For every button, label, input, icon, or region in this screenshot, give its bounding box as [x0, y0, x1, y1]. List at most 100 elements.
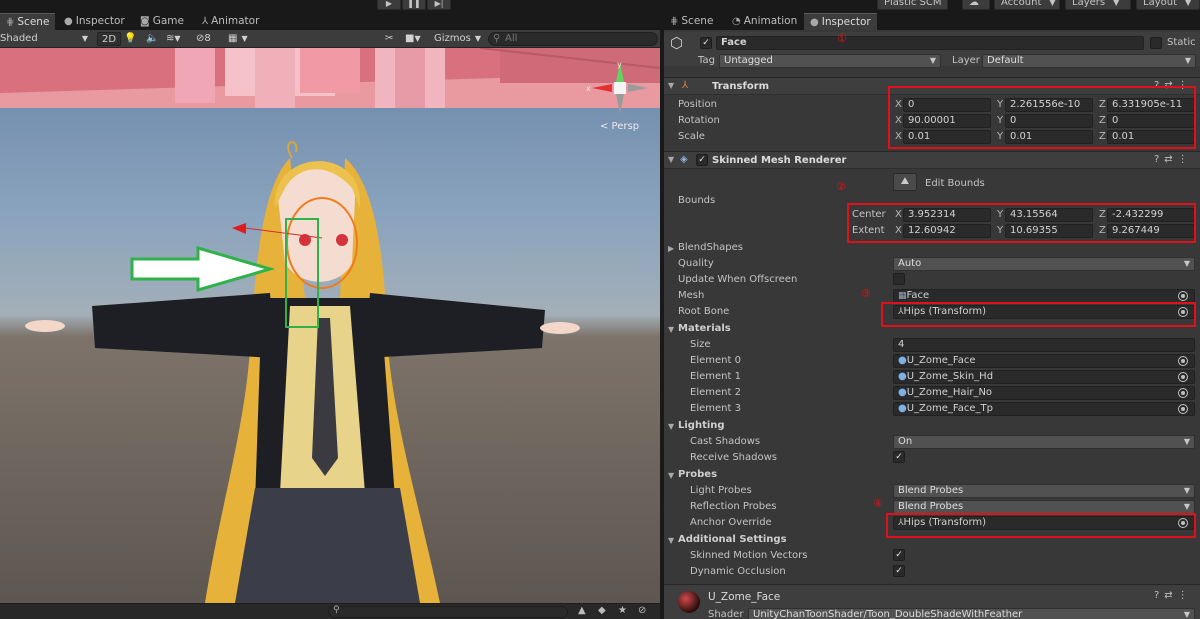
effects-toggle[interactable]: ≋▼ — [166, 32, 181, 46]
scale-z-field[interactable]: 0.01 — [1107, 130, 1195, 144]
tab-scene[interactable]: ⋕ Scene — [0, 13, 56, 30]
gizmos-dropdown[interactable]: Gizmos ▼ — [434, 32, 481, 46]
chevron-down-icon: ▼ — [1185, 0, 1192, 7]
layout-dropdown[interactable]: Layout ▼ — [1136, 0, 1200, 10]
position-x-field[interactable]: 0 — [903, 98, 991, 112]
persp-label[interactable]: < Persp — [600, 121, 639, 132]
layers-dropdown[interactable]: Layers ▼ — [1065, 0, 1131, 10]
object-picker-icon[interactable] — [1178, 356, 1188, 366]
shader-dropdown[interactable]: UnityChanToonShader/Toon_DoubleShadeWith… — [748, 608, 1195, 619]
grid-toggle[interactable]: ▦ ▼ — [228, 32, 248, 46]
tag-dropdown[interactable]: Untagged ▼ — [719, 54, 941, 68]
root-bone-field[interactable]: ⅄Hips (Transform) — [893, 305, 1195, 319]
object-picker-icon[interactable] — [1178, 291, 1188, 301]
play-button[interactable]: ▶ — [377, 0, 401, 10]
plastic-scm-button[interactable]: Plastic SCM — [877, 0, 949, 10]
skinned-motion-row: Skinned Motion Vectors ✓ — [664, 548, 1200, 564]
edit-bounds-button[interactable]: ⛰ — [893, 173, 917, 191]
object-name-field[interactable]: Face — [716, 36, 1144, 50]
cloud-button[interactable]: ☁ — [962, 0, 990, 10]
account-dropdown[interactable]: Account ▼ — [994, 0, 1060, 10]
rotation-z-field[interactable]: 0 — [1107, 114, 1195, 128]
object-picker-icon[interactable] — [1178, 404, 1188, 414]
smr-header[interactable]: ▼ ◈ ✓ Skinned Mesh Renderer ?⇄⋮ — [664, 151, 1200, 169]
extent-x-field[interactable]: 12.60942 — [903, 224, 991, 238]
visibility-icon[interactable]: ▲ — [578, 605, 586, 616]
reflection-probes-dropdown[interactable]: Blend Probes ▼ — [893, 500, 1195, 514]
axis-x-label: X — [895, 131, 902, 142]
object-picker-icon[interactable] — [1178, 372, 1188, 382]
transform-title: Transform — [712, 81, 770, 92]
axis-z-label: Z — [1099, 115, 1106, 126]
skinned-motion-checkbox[interactable]: ✓ — [893, 549, 905, 561]
tools-toggle[interactable]: ✂ — [385, 32, 393, 46]
scale-x-field[interactable]: 0.01 — [903, 130, 991, 144]
material-element-1-field[interactable]: ●U_Zome_Skin_Hd — [893, 370, 1195, 384]
camera-dropdown[interactable]: ■▼ — [405, 32, 421, 46]
mesh-field[interactable]: ▦Face — [893, 289, 1195, 303]
dynamic-occlusion-checkbox[interactable]: ✓ — [893, 565, 905, 577]
component-menu-icons[interactable]: ?⇄⋮ — [1154, 80, 1193, 91]
materials-group[interactable]: ▼ Materials — [664, 321, 1200, 337]
audio-toggle[interactable]: 🔈 — [146, 32, 158, 46]
receive-shadows-checkbox[interactable]: ✓ — [893, 451, 905, 463]
tab-scene[interactable]: ⋕ Scene — [664, 13, 719, 30]
tag-icon[interactable]: ◆ — [598, 605, 606, 616]
pause-button[interactable]: ❚❚ — [402, 0, 426, 10]
chevron-down-icon: ▼ — [668, 536, 675, 545]
material-element-2-field[interactable]: ●U_Zome_Hair_No — [893, 386, 1195, 400]
component-menu-icons[interactable]: ?⇄⋮ — [1154, 154, 1193, 165]
scene-viewport[interactable]: y x < Persp — [0, 48, 660, 603]
scale-y-field[interactable]: 0.01 — [1005, 130, 1093, 144]
orientation-gizmo[interactable]: y x — [584, 58, 654, 118]
anchor-override-label: Anchor Override — [690, 517, 772, 528]
scene-bottom-search-input[interactable]: ⚲ — [328, 605, 568, 618]
tab-animation[interactable]: ◔ Animation — [726, 13, 803, 30]
light-probes-dropdown[interactable]: Blend Probes ▼ — [893, 484, 1195, 498]
rotation-x-field[interactable]: 90.00001 — [903, 114, 991, 128]
smr-enabled-checkbox[interactable]: ✓ — [696, 154, 708, 166]
tab-inspector[interactable]: ● Inspector — [58, 13, 131, 30]
object-picker-icon[interactable] — [1178, 388, 1188, 398]
center-y-field[interactable]: 43.15564 — [1005, 208, 1093, 222]
anchor-override-field[interactable]: ⅄Hips (Transform) — [893, 516, 1195, 530]
star-icon[interactable]: ★ — [618, 605, 627, 616]
layer-dropdown[interactable]: Default ▼ — [982, 54, 1196, 68]
extent-y-field[interactable]: 10.69355 — [1005, 224, 1093, 238]
active-checkbox[interactable]: ✓ — [700, 37, 712, 49]
additional-settings-group[interactable]: ▼ Additional Settings — [664, 532, 1200, 548]
step-button[interactable]: ▶| — [427, 0, 451, 10]
blendshapes-row[interactable]: ▶ BlendShapes — [664, 240, 1200, 256]
chevron-down-icon: ▼ — [174, 34, 181, 43]
tab-game[interactable]: ◙ Game — [134, 13, 190, 30]
position-z-field[interactable]: 6.331905e-11 — [1107, 98, 1195, 112]
quality-dropdown[interactable]: Auto ▼ — [893, 257, 1195, 271]
material-element-3-field[interactable]: ●U_Zome_Face_Tp — [893, 402, 1195, 416]
position-y-field[interactable]: 2.261556e-10 — [1005, 98, 1093, 112]
tab-inspector[interactable]: ● Inspector — [804, 13, 877, 30]
extent-z-field[interactable]: 9.267449 — [1107, 224, 1195, 238]
object-picker-icon[interactable] — [1178, 307, 1188, 317]
center-z-field[interactable]: -2.432299 — [1107, 208, 1195, 222]
eye-slash-icon[interactable]: ⊘ — [638, 605, 646, 616]
component-menu-icons[interactable]: ?⇄⋮ — [1154, 590, 1193, 601]
lighting-toggle[interactable]: 💡 — [124, 32, 136, 46]
hidden-objects-toggle[interactable]: ⊘8 — [196, 32, 211, 46]
shading-mode-dropdown[interactable]: Shaded ▼ — [0, 32, 92, 46]
material-element-0-field[interactable]: ●U_Zome_Face — [893, 354, 1195, 368]
object-picker-icon[interactable] — [1178, 518, 1188, 528]
lighting-group[interactable]: ▼ Lighting — [664, 418, 1200, 434]
cast-shadows-dropdown[interactable]: On ▼ — [893, 435, 1195, 449]
static-checkbox[interactable] — [1150, 37, 1162, 49]
transform-header[interactable]: ▼ ⅄ Transform ?⇄⋮ — [664, 77, 1200, 95]
scene-search-input[interactable]: ⚲ All — [488, 32, 658, 46]
rotation-row: Rotation X 90.00001 Y 0 Z 0 — [664, 113, 1200, 129]
update-offscreen-checkbox[interactable] — [893, 273, 905, 285]
probes-group[interactable]: ▼ Probes — [664, 467, 1200, 483]
toggle-2d-button[interactable]: 2D — [97, 32, 122, 46]
tab-animator[interactable]: ⅄ Animator — [196, 13, 265, 30]
materials-size-field[interactable]: 4 — [893, 338, 1195, 352]
rotation-y-field[interactable]: 0 — [1005, 114, 1093, 128]
material-header[interactable]: U_Zome_Face ?⇄⋮ Shader UnityChanToonShad… — [664, 584, 1200, 619]
center-x-field[interactable]: 3.952314 — [903, 208, 991, 222]
